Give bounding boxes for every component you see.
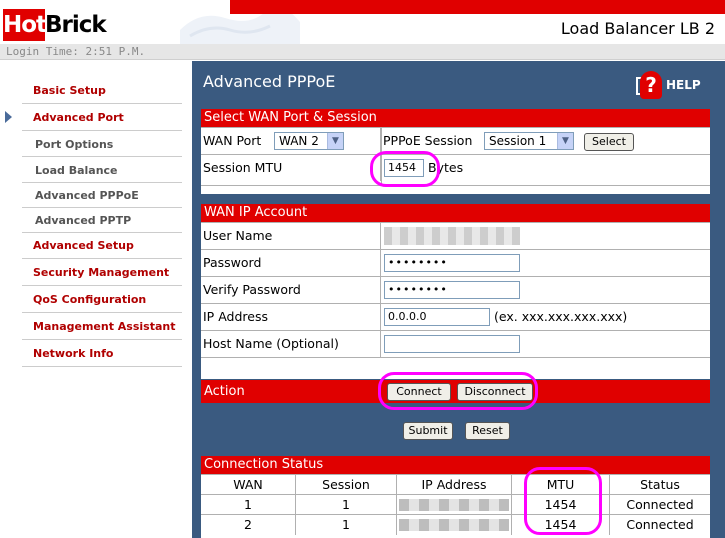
table-header-row: WAN Session IP Address MTU Status: [201, 474, 710, 495]
logo-hot: Hot: [3, 9, 47, 41]
section-header-wan-ip-account: WAN IP Account: [201, 204, 710, 222]
host-name-input[interactable]: [384, 335, 520, 353]
row-session: 1: [296, 495, 397, 515]
redacted-ip: [399, 519, 509, 531]
column-divider: [381, 128, 382, 184]
chevron-down-icon: ▼: [557, 133, 573, 149]
wan-port-select[interactable]: WAN 2 ▼: [274, 132, 344, 150]
row-wan: 1: [201, 495, 296, 515]
select-button[interactable]: Select: [584, 133, 634, 151]
row-ip-address: [397, 495, 512, 515]
action-bar: Action Connect Disconnect: [201, 380, 710, 403]
password-value-cell: ••••••••: [382, 250, 710, 276]
password-input[interactable]: ••••••••: [384, 254, 520, 272]
chevron-down-icon: ▼: [327, 133, 343, 149]
session-mtu-row: Session MTU 1454 Bytes: [201, 154, 710, 181]
select-wan-port-section: Select WAN Port & Session WAN Port WAN 2…: [201, 109, 710, 185]
sidebar-item-advanced-port[interactable]: Advanced Port: [22, 105, 182, 131]
password-row: Password ••••••••: [201, 249, 710, 276]
section-spacer: [201, 185, 710, 194]
connection-status-table: WAN Session IP Address MTU Status 1 1 14…: [201, 474, 710, 535]
ip-address-label: IP Address: [201, 304, 381, 330]
verify-password-label: Verify Password: [201, 277, 381, 303]
wan-ip-account-section: WAN IP Account User Name Password ••••••…: [201, 204, 710, 379]
connection-status-section: Connection Status WAN Session IP Address…: [201, 456, 710, 538]
ip-address-input[interactable]: 0.0.0.0: [384, 308, 490, 326]
pppoe-session-selected: Session 1: [489, 134, 547, 148]
row-mtu: 1454: [512, 515, 610, 535]
sidebar-item-advanced-pptp[interactable]: Advanced PPTP: [22, 208, 182, 233]
host-name-label: Host Name (Optional): [201, 331, 381, 357]
sidebar-item-port-options[interactable]: Port Options: [22, 132, 182, 157]
sidebar-item-network-info[interactable]: Network Info: [22, 341, 182, 367]
hotbrick-logo: Hot Brick: [3, 9, 113, 41]
row-ip-address: [397, 515, 512, 535]
row-status: Connected: [626, 517, 694, 532]
action-label: Action: [204, 384, 245, 399]
section-spacer: [201, 357, 710, 369]
section-header-connection-status: Connection Status: [201, 456, 710, 474]
reset-button[interactable]: Reset: [465, 422, 510, 440]
password-label: Password: [201, 250, 381, 276]
column-header-wan: WAN: [201, 475, 296, 495]
sidebar-item-advanced-pppoe[interactable]: Advanced PPPoE: [22, 183, 182, 208]
login-time: Login Time: 2:51 P.M.: [0, 44, 725, 60]
pppoe-session-label: PPPoE Session: [383, 133, 473, 148]
user-name-label: User Name: [201, 223, 381, 249]
sidebar-item-basic-setup[interactable]: Basic Setup: [22, 78, 182, 104]
column-header-session: Session: [296, 475, 397, 495]
user-name-row: User Name: [201, 222, 710, 249]
wan-port-row: WAN Port WAN 2 ▼ PPPoE Session Session 1…: [201, 127, 710, 154]
header: Hot Brick Load Balancer LB 2 Login Time:…: [0, 0, 725, 60]
wan-port-selected: WAN 2: [279, 134, 319, 148]
table-row: 2 1 1454 Connected: [201, 514, 710, 535]
row-session: 1: [296, 515, 397, 535]
user-name-input[interactable]: [384, 227, 520, 245]
main-content: Advanced PPPoE ? HELP Select WAN Port & …: [192, 61, 725, 538]
help-button[interactable]: ? HELP: [636, 71, 708, 99]
submit-button[interactable]: Submit: [403, 422, 453, 440]
verify-password-input[interactable]: ••••••••: [384, 281, 520, 299]
column-header-ip-address: IP Address: [397, 475, 512, 495]
sidebar-item-load-balance[interactable]: Load Balance: [22, 158, 182, 183]
session-mtu-value-cell: 1454 Bytes: [382, 155, 710, 181]
column-header-status: Status: [640, 477, 680, 492]
pppoe-session-select[interactable]: Session 1 ▼: [484, 132, 574, 150]
verify-password-row: Verify Password ••••••••: [201, 276, 710, 303]
question-mark-icon: ?: [640, 71, 662, 99]
column-header-mtu: MTU: [512, 475, 610, 495]
help-label: HELP: [666, 78, 701, 92]
sidebar-item-management-assistant[interactable]: Management Assistant: [22, 314, 182, 340]
host-name-row: Host Name (Optional): [201, 330, 710, 357]
page-title: Advanced PPPoE: [203, 72, 336, 91]
ip-address-row: IP Address 0.0.0.0 (ex. xxx.xxx.xxx.xxx): [201, 303, 710, 330]
user-name-value-cell: [382, 223, 710, 249]
logo-brick: Brick: [45, 12, 107, 38]
row-wan: 2: [201, 515, 296, 535]
session-mtu-input[interactable]: 1454: [384, 159, 424, 177]
connect-button[interactable]: Connect: [387, 383, 451, 401]
sidebar-item-advanced-setup[interactable]: Advanced Setup: [22, 233, 182, 259]
verify-password-value-cell: ••••••••: [382, 277, 710, 303]
wan-port-value-cell: WAN 2 ▼ PPPoE Session Session 1 ▼ Select: [274, 128, 710, 154]
bytes-label: Bytes: [428, 160, 464, 175]
disconnect-button[interactable]: Disconnect: [457, 383, 533, 401]
header-red-bar: [230, 0, 725, 14]
session-mtu-label: Session MTU: [201, 155, 381, 181]
sidebar-item-qos-configuration[interactable]: QoS Configuration: [22, 287, 182, 313]
ip-address-hint: (ex. xxx.xxx.xxx.xxx): [494, 309, 628, 324]
row-status: Connected: [626, 497, 694, 512]
product-name: Load Balancer LB 2: [560, 19, 715, 38]
redacted-ip: [399, 499, 509, 511]
ip-address-value-cell: 0.0.0.0 (ex. xxx.xxx.xxx.xxx): [382, 304, 710, 330]
host-name-value-cell: [382, 331, 710, 357]
sidebar-item-security-management[interactable]: Security Management: [22, 260, 182, 286]
section-header-select-wan: Select WAN Port & Session: [201, 109, 710, 127]
sidebar: Basic Setup Advanced Port Port Options L…: [0, 61, 191, 538]
row-mtu: 1454: [512, 495, 610, 515]
table-row: 1 1 1454 Connected: [201, 494, 710, 515]
current-section-arrow-icon: [5, 111, 12, 123]
